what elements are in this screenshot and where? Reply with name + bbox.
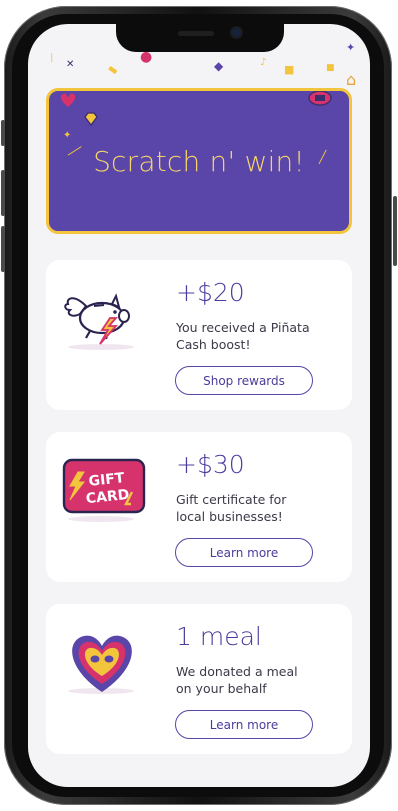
- phone-screen: ✕ ❘ ▬ ● ◆ ♪ ■ ■ ✦ ⌂ ✦ ╱ ╱ Scratch n' win…: [28, 24, 370, 787]
- power-button: [393, 196, 397, 266]
- jewel-sticker-icon: [84, 112, 98, 127]
- sparkle-icon: ✦: [346, 41, 356, 54]
- volume-up-button: [1, 170, 5, 216]
- confetti-icon: ■: [284, 63, 295, 76]
- learn-more-button[interactable]: Learn more: [175, 538, 313, 567]
- learn-more-button[interactable]: Learn more: [175, 710, 313, 739]
- heart-sticker-icon: [59, 92, 77, 109]
- front-camera: [232, 28, 241, 37]
- candy-sticker-icon: [308, 91, 332, 106]
- gift-card-icon: GIFT CARD: [62, 458, 146, 514]
- confetti-icon: ❘: [48, 53, 56, 63]
- scratch-banner[interactable]: ✦ ╱ ╱ Scratch n' win!: [46, 88, 352, 234]
- reward-description: Gift certificate for local businesses!: [176, 492, 287, 524]
- confetti-icon: ●: [140, 49, 153, 65]
- confetti-icon: ◆: [214, 59, 224, 73]
- sparkle-icon: ✕: [66, 59, 75, 70]
- reward-amount: 1 meal: [176, 622, 262, 651]
- reward-amount: +$20: [176, 278, 245, 307]
- sparkle-icon: ✦: [63, 130, 72, 141]
- banner-title: Scratch n' win!: [93, 145, 305, 178]
- reward-amount: +$30: [176, 450, 245, 479]
- speaker-grille: [178, 31, 214, 36]
- reward-card: 1 meal We donated a meal on your behalf …: [46, 604, 352, 754]
- volume-down-button: [1, 226, 5, 272]
- flying-piggy-bank-icon: [64, 293, 130, 345]
- heart-face-icon: [72, 635, 132, 692]
- notch: [116, 24, 284, 52]
- shop-rewards-button[interactable]: Shop rewards: [175, 366, 313, 395]
- sparkle-icon: ■: [326, 63, 335, 73]
- silent-switch: [1, 120, 5, 146]
- sombrero-icon: ⌂: [346, 70, 357, 89]
- confetti-icon: ♪: [260, 57, 267, 68]
- reward-card: +$20 You received a Piñata Cash boost! S…: [46, 260, 352, 410]
- reward-description: You received a Piñata Cash boost!: [176, 320, 310, 352]
- reward-description: We donated a meal on your behalf: [176, 664, 298, 696]
- reward-card: GIFT CARD +$30 Gift certificate for loca…: [46, 432, 352, 582]
- confetti-icon: ▬: [105, 61, 122, 78]
